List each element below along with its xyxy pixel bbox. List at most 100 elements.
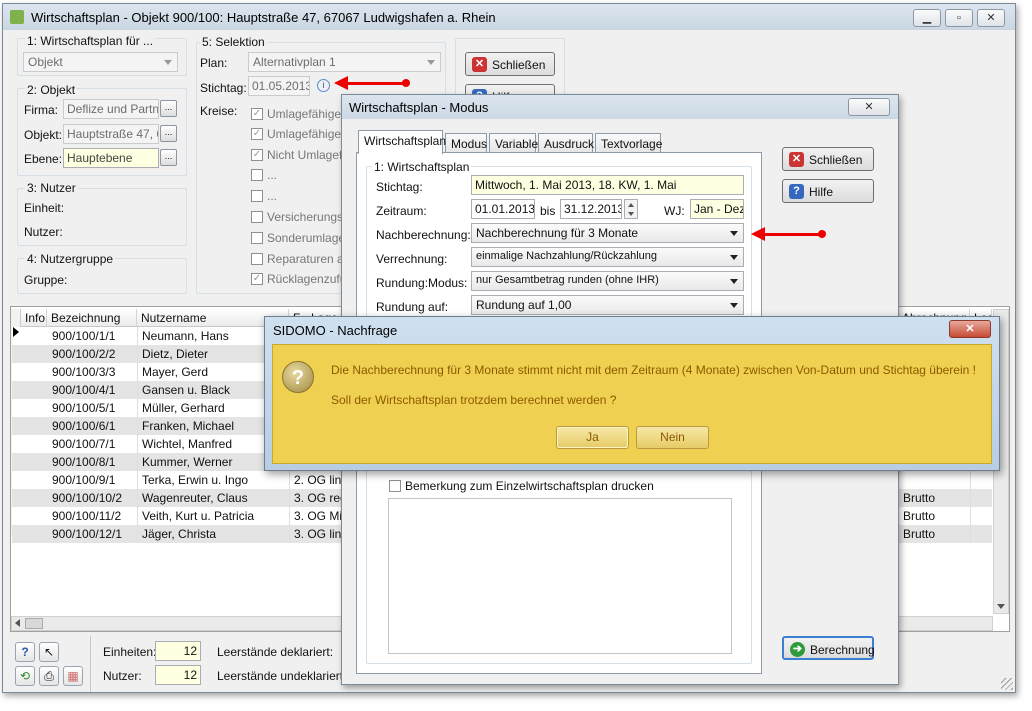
- kreis-checkbox[interactable]: [251, 190, 263, 202]
- ebene-field[interactable]: Hauptebene: [63, 148, 159, 168]
- minimize-button[interactable]: ▁: [913, 9, 941, 27]
- zeitraum-von-field[interactable]: 01.01.2013: [471, 199, 535, 219]
- kreis-checkbox[interactable]: ✓: [251, 149, 263, 161]
- verrechnung-label: Verrechnung:: [376, 252, 448, 266]
- scroll-down-icon[interactable]: [997, 604, 1005, 609]
- group1-label: 1: Wirtschaftsplan für ...: [25, 34, 156, 48]
- annotation-arrow-line-2: [763, 233, 821, 236]
- nachfrage-dialog: SIDOMO - Nachfrage ✕ ? Die Nachberechnun…: [264, 316, 1000, 471]
- objekt-field[interactable]: Hauptstraße 47, 6: [63, 124, 159, 144]
- berechnung-button[interactable]: ➔ Berechnung: [782, 636, 875, 660]
- stichtag-label: Stichtag:: [200, 81, 247, 95]
- help-icon-small[interactable]: ?: [15, 642, 35, 662]
- resize-grip-icon[interactable]: [1001, 678, 1013, 690]
- kreis-checkbox[interactable]: ✓: [251, 108, 263, 120]
- rundung-auf-select[interactable]: Rundung auf 1,00: [471, 295, 744, 315]
- table-cell-bez: 900/100/6/1: [48, 417, 138, 435]
- zeitraum-bis-field[interactable]: 31.12.2013: [560, 199, 622, 219]
- modus-close-button[interactable]: ✕: [848, 98, 890, 116]
- nachfrage-close-button[interactable]: ✕: [949, 320, 991, 338]
- group3-label: 3: Nutzer: [25, 181, 78, 195]
- wirtschaftsplan-fuer-select[interactable]: Objekt: [23, 52, 178, 72]
- tab-wirtschaftsplan[interactable]: Wirtschaftsplan: [358, 130, 446, 154]
- table-cell-name: Wagenreuter, Claus: [138, 489, 290, 507]
- bemerkung-label: Bemerkung zum Einzelwirtschaftsplan druc…: [405, 479, 654, 493]
- nein-button[interactable]: Nein: [636, 426, 709, 449]
- scroll-left-icon[interactable]: [15, 619, 20, 627]
- table-cell-abr: Brutto: [899, 507, 971, 525]
- table-cell-bez: 900/100/5/1: [48, 399, 138, 417]
- spin-down-icon[interactable]: [628, 212, 634, 216]
- spin-up-icon[interactable]: [628, 203, 634, 207]
- einheit-label: Einheit:: [24, 201, 65, 215]
- export-icon[interactable]: ▦: [63, 666, 83, 686]
- nachberechnung-select[interactable]: Nachberechnung für 3 Monate: [471, 223, 744, 243]
- plan-label: Plan:: [200, 56, 228, 70]
- pointer-icon[interactable]: ↖: [39, 642, 59, 662]
- group2-label: 2: Objekt: [25, 83, 78, 97]
- chevron-down-icon: [730, 303, 738, 308]
- table-cell-bez: 900/100/2/2: [48, 345, 138, 363]
- tab-modus[interactable]: Modus: [445, 133, 487, 153]
- ebene-browse-button[interactable]: ...: [160, 149, 177, 166]
- kreis-checkbox[interactable]: [251, 169, 263, 181]
- info-icon[interactable]: i: [317, 79, 330, 92]
- kreis-label: Sonderumlage: [267, 231, 346, 245]
- kreis-checkbox[interactable]: [251, 232, 263, 244]
- maximize-button[interactable]: ▫: [945, 9, 973, 27]
- kreis-checkbox[interactable]: [251, 253, 263, 265]
- rundung-modus-label: Rundung:Modus:: [376, 276, 468, 290]
- kreise-label: Kreise:: [200, 104, 238, 118]
- bis-label: bis: [540, 204, 556, 218]
- annotation-arrow-dot: [402, 79, 410, 87]
- firma-browse-button[interactable]: ...: [160, 100, 177, 117]
- modus-hilfe-button[interactable]: ? Hilfe: [782, 179, 874, 203]
- close-icon: ✕: [789, 152, 804, 167]
- grid-header-info[interactable]: Info: [21, 309, 47, 327]
- stichtag-field[interactable]: 01.05.2013: [248, 76, 310, 96]
- firma-field[interactable]: Deflize und Partne: [63, 99, 159, 119]
- modus-title: Wirtschaftsplan - Modus: [349, 100, 489, 115]
- grid-header-bezeichnung[interactable]: Bezeichnung: [47, 309, 137, 327]
- modus-schliessen-button[interactable]: ✕ Schließen: [782, 147, 874, 171]
- tab-ausdruck[interactable]: Ausdruck: [538, 133, 594, 153]
- kreis-checkbox[interactable]: ✓: [251, 273, 263, 285]
- annotation-arrow-dot-2: [818, 230, 826, 238]
- main-schliessen-button[interactable]: ✕ Schließen: [465, 52, 555, 76]
- verrechnung-select[interactable]: einmalige Nachzahlung/Rückzahlung: [471, 247, 744, 267]
- print-icon[interactable]: ⎙: [39, 666, 59, 686]
- rundung-modus-select[interactable]: nur Gesamtbetrag runden (ohne IHR): [471, 271, 744, 291]
- close-button[interactable]: ✕: [977, 9, 1005, 27]
- kreis-checkbox[interactable]: [251, 211, 263, 223]
- objekt-browse-button[interactable]: ...: [160, 125, 177, 142]
- table-cell-abr: Brutto: [899, 525, 971, 543]
- nachfrage-title: SIDOMO - Nachfrage: [273, 323, 398, 338]
- table-cell-bez: 900/100/8/1: [48, 453, 138, 471]
- einheiten-value: 12: [155, 641, 201, 661]
- bemerkung-textarea[interactable]: [388, 498, 732, 654]
- refresh-icon[interactable]: ⟲: [15, 666, 35, 686]
- kreis-checkbox[interactable]: ✓: [251, 128, 263, 140]
- gruppe-label: Gruppe:: [24, 273, 68, 287]
- table-cell-abr: [899, 471, 971, 489]
- tab-variable[interactable]: Variable: [489, 133, 538, 153]
- bis-spinner[interactable]: [624, 199, 638, 219]
- kreis-label: ...: [267, 168, 278, 182]
- modus-stichtag-label: Stichtag:: [376, 180, 423, 194]
- table-cell-bez: 900/100/1/1: [48, 327, 138, 345]
- tab-textvorlage[interactable]: Textvorlage: [595, 133, 662, 153]
- wj-field: Jan - Dez: [690, 199, 744, 219]
- horizontal-scroll-thumb[interactable]: [25, 618, 43, 629]
- question-icon: ?: [282, 361, 314, 393]
- table-cell-bez: 900/100/4/1: [48, 381, 138, 399]
- current-row-arrow-icon: [13, 327, 19, 337]
- ja-button[interactable]: Ja: [556, 426, 629, 449]
- app-icon: [10, 10, 24, 24]
- group4-label: 4: Nutzergruppe: [25, 252, 116, 266]
- objekt-label: Objekt:: [24, 128, 63, 142]
- bemerkung-checkbox[interactable]: [389, 480, 401, 492]
- status-divider: [90, 636, 91, 692]
- kreis-label: Reparaturen au: [267, 252, 351, 266]
- plan-select[interactable]: Alternativplan 1: [248, 52, 441, 72]
- table-cell-name: Terka, Erwin u. Ingo: [138, 471, 290, 489]
